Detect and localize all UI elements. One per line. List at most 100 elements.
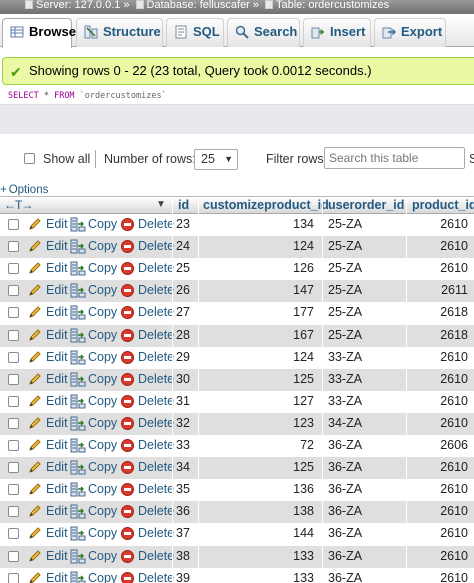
cell-id[interactable]: 24 bbox=[176, 239, 190, 253]
table-row[interactable]: Edit Copy Delete 32 123 34-ZA 2610 bbox=[0, 412, 474, 435]
tab-structure[interactable]: Structure bbox=[76, 18, 163, 47]
edit-link[interactable]: Edit bbox=[46, 283, 68, 297]
column-header-customizeproduct-id[interactable]: customizeproduct_id bbox=[203, 198, 329, 212]
table-row[interactable]: Edit Copy Delete 37 144 36-ZA 2610 bbox=[0, 523, 474, 546]
edit-link[interactable]: Edit bbox=[46, 328, 68, 342]
delete-link[interactable]: Delete bbox=[138, 239, 174, 253]
delete-link[interactable]: Delete bbox=[138, 438, 174, 452]
cell-id[interactable]: 32 bbox=[176, 416, 190, 430]
cell-product-id[interactable]: 2610 bbox=[440, 571, 468, 583]
cell-id[interactable]: 23 bbox=[176, 217, 190, 231]
cell-id[interactable]: 36 bbox=[176, 504, 190, 518]
table-row[interactable]: Edit Copy Delete 35 136 36-ZA 2610 bbox=[0, 479, 474, 502]
cell-id[interactable]: 34 bbox=[176, 460, 190, 474]
tab-browse[interactable]: Browse bbox=[2, 18, 76, 48]
copy-icon[interactable] bbox=[70, 460, 86, 475]
copy-link[interactable]: Copy bbox=[88, 328, 117, 342]
table-row[interactable]: Edit Copy Delete 26 147 25-ZA 2611 bbox=[0, 280, 474, 303]
delete-link[interactable]: Delete bbox=[138, 328, 174, 342]
column-header-userorder-id[interactable]: userorder_id bbox=[328, 198, 404, 212]
cell-id[interactable]: 28 bbox=[176, 328, 190, 342]
edit-link[interactable]: Edit bbox=[46, 239, 68, 253]
table-row[interactable]: Edit Copy Delete 33 72 36-ZA 2606 bbox=[0, 435, 474, 457]
column-header-product-id[interactable]: product_id bbox=[412, 198, 474, 212]
copy-link[interactable]: Copy bbox=[88, 350, 117, 364]
edit-link[interactable]: Edit bbox=[46, 416, 68, 430]
row-checkbox[interactable] bbox=[8, 373, 19, 385]
copy-link[interactable]: Copy bbox=[88, 394, 117, 408]
copy-icon[interactable] bbox=[70, 416, 86, 431]
copy-icon[interactable] bbox=[70, 283, 86, 298]
delete-link[interactable]: Delete bbox=[138, 283, 174, 297]
cell-customizeproduct-id[interactable]: 127 bbox=[293, 394, 314, 408]
copy-icon[interactable] bbox=[70, 526, 86, 541]
pencil-icon[interactable] bbox=[28, 438, 42, 452]
cell-customizeproduct-id[interactable]: 144 bbox=[293, 526, 314, 540]
delete-link[interactable]: Delete bbox=[138, 372, 174, 386]
delete-icon[interactable] bbox=[121, 328, 134, 342]
delete-icon[interactable] bbox=[121, 306, 134, 320]
row-checkbox[interactable] bbox=[8, 506, 19, 518]
cell-id[interactable]: 38 bbox=[176, 549, 190, 563]
delete-link[interactable]: Delete bbox=[138, 350, 174, 364]
pencil-icon[interactable] bbox=[28, 328, 42, 342]
cell-customizeproduct-id[interactable]: 125 bbox=[293, 372, 314, 386]
tab-search[interactable]: Search bbox=[227, 18, 300, 47]
copy-link[interactable]: Copy bbox=[88, 504, 117, 518]
row-checkbox[interactable] bbox=[8, 484, 19, 496]
cell-product-id[interactable]: 2610 bbox=[440, 372, 468, 386]
copy-link[interactable]: Copy bbox=[88, 305, 117, 319]
copy-link[interactable]: Copy bbox=[88, 482, 117, 496]
delete-icon[interactable] bbox=[121, 350, 134, 364]
delete-link[interactable]: Delete bbox=[138, 394, 174, 408]
table-row[interactable]: Edit Copy Delete 39 133 36-ZA 2610 bbox=[0, 567, 474, 583]
delete-icon[interactable] bbox=[121, 240, 134, 254]
table-row[interactable]: Edit Copy Delete 24 124 25-ZA 2610 bbox=[0, 236, 474, 259]
cell-userorder-id[interactable]: 36-ZA bbox=[328, 526, 362, 540]
pencil-icon[interactable] bbox=[28, 305, 42, 319]
show-all-label[interactable]: Show all bbox=[43, 152, 90, 166]
cell-userorder-id[interactable]: 36-ZA bbox=[328, 504, 362, 518]
cell-userorder-id[interactable]: 34-ZA bbox=[328, 416, 362, 430]
cell-userorder-id[interactable]: 25-ZA bbox=[328, 217, 362, 231]
edit-link[interactable]: Edit bbox=[46, 372, 68, 386]
copy-link[interactable]: Copy bbox=[88, 549, 117, 563]
edit-link[interactable]: Edit bbox=[46, 549, 68, 563]
cell-userorder-id[interactable]: 25-ZA bbox=[328, 283, 362, 297]
edit-link[interactable]: Edit bbox=[46, 394, 68, 408]
delete-link[interactable]: Delete bbox=[138, 482, 174, 496]
table-row[interactable]: Edit Copy Delete 34 125 36-ZA 2610 bbox=[0, 457, 474, 480]
breadcrumb-database[interactable]: Database: felluscafer bbox=[147, 0, 250, 11]
pencil-icon[interactable] bbox=[28, 482, 42, 496]
breadcrumb-server[interactable]: Server: 127.0.0.1 bbox=[36, 0, 120, 11]
cell-product-id[interactable]: 2610 bbox=[440, 416, 468, 430]
column-resize-arrows-icon[interactable]: ←T→ bbox=[4, 198, 33, 212]
copy-icon[interactable] bbox=[70, 305, 86, 320]
pencil-icon[interactable] bbox=[28, 549, 42, 563]
tab-sql[interactable]: SQL bbox=[166, 18, 224, 47]
table-row[interactable]: Edit Copy Delete 31 127 33-ZA 2610 bbox=[0, 390, 474, 413]
delete-icon[interactable] bbox=[121, 394, 134, 408]
delete-link[interactable]: Delete bbox=[138, 460, 174, 474]
pencil-icon[interactable] bbox=[28, 372, 42, 386]
copy-icon[interactable] bbox=[70, 261, 86, 276]
copy-link[interactable]: Copy bbox=[88, 217, 117, 231]
cell-id[interactable]: 31 bbox=[176, 394, 190, 408]
cell-product-id[interactable]: 2610 bbox=[440, 239, 468, 253]
copy-icon[interactable] bbox=[70, 482, 86, 497]
row-checkbox[interactable] bbox=[8, 219, 19, 230]
cell-customizeproduct-id[interactable]: 124 bbox=[293, 239, 314, 253]
copy-link[interactable]: Copy bbox=[88, 261, 117, 275]
cell-customizeproduct-id[interactable]: 147 bbox=[293, 283, 314, 297]
pencil-icon[interactable] bbox=[28, 350, 42, 364]
copy-icon[interactable] bbox=[70, 372, 86, 387]
cell-userorder-id[interactable]: 25-ZA bbox=[328, 328, 362, 342]
pencil-icon[interactable] bbox=[28, 460, 42, 474]
tab-export[interactable]: Export bbox=[374, 18, 446, 47]
table-row[interactable]: Edit Copy Delete 28 167 25-ZA 2618 bbox=[0, 324, 474, 347]
delete-link[interactable]: Delete bbox=[138, 416, 174, 430]
copy-icon[interactable] bbox=[70, 549, 86, 564]
copy-icon[interactable] bbox=[70, 350, 86, 365]
copy-link[interactable]: Copy bbox=[88, 571, 117, 583]
pencil-icon[interactable] bbox=[28, 283, 42, 297]
